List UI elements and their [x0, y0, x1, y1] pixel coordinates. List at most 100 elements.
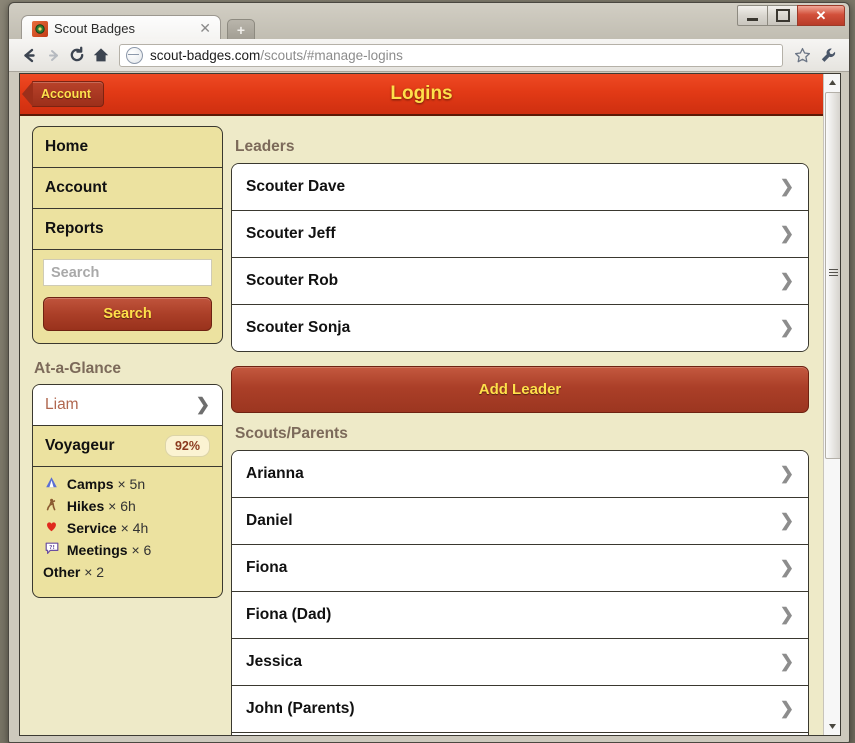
main-content: Leaders Scouter Dave ❯ Scouter Jeff ❯ Sc… — [223, 126, 823, 735]
tab-scout-badges[interactable]: Scout Badges ✕ — [21, 15, 221, 41]
list-item[interactable]: Fiona (Dad) ❯ — [232, 592, 808, 639]
leader-name: Scouter Dave — [246, 178, 346, 195]
at-a-glance-heading: At-a-Glance — [34, 360, 121, 377]
list-item[interactable]: Scouter Dave ❯ — [232, 164, 808, 211]
stat-row-camps: Camps × 5n — [43, 476, 212, 492]
list-item[interactable]: Scouter Sonja ❯ — [232, 305, 808, 351]
scouts-parents-list: Arianna ❯ Daniel ❯ Fiona ❯ Fiona (Dad) ❯… — [231, 450, 809, 735]
scout-name: Fiona — [246, 559, 288, 576]
window-minimize-button[interactable] — [737, 5, 768, 26]
window-maximize-button[interactable] — [767, 5, 798, 26]
leader-name: Scouter Sonja — [246, 319, 351, 336]
heart-icon — [43, 520, 60, 536]
browser-title-bar: Scout Badges ✕ + ✕ — [9, 3, 849, 41]
chevron-right-icon: ❯ — [779, 699, 794, 718]
reload-button[interactable] — [65, 43, 89, 67]
wrench-menu-icon[interactable] — [815, 43, 841, 67]
sidebar-nav-panel: Home Account Reports Search — [32, 126, 223, 344]
scout-name: Arianna — [246, 465, 304, 482]
window-close-button[interactable]: ✕ — [797, 5, 845, 26]
tab-strip: Scout Badges ✕ + — [21, 15, 255, 41]
search-input[interactable] — [43, 259, 212, 286]
chevron-right-icon: ❯ — [195, 395, 210, 414]
page-title: Logins — [390, 83, 453, 104]
stat-label-other: Other — [43, 564, 81, 580]
home-button[interactable] — [89, 43, 113, 67]
url-host: scout-badges.com — [150, 47, 261, 63]
svg-text:?!: ?! — [49, 545, 55, 551]
tent-icon — [43, 476, 60, 492]
stat-count-camps: × 5n — [117, 476, 146, 492]
minimize-icon — [747, 17, 758, 21]
page-body: Home Account Reports Search At-a-Glance … — [20, 116, 823, 735]
stat-label-camps: Camps — [66, 476, 114, 492]
stat-row-service: Service × 4h — [43, 520, 212, 536]
stat-count-service: × 4h — [120, 520, 149, 536]
hiker-icon — [43, 498, 60, 514]
glance-badge-name: Voyageur — [45, 437, 115, 454]
list-item[interactable]: John (Parents) ❯ — [232, 686, 808, 733]
sidebar-search-area: Search — [33, 250, 222, 343]
window-controls: ✕ — [737, 5, 845, 26]
scrollbar-thumb[interactable] — [825, 92, 840, 459]
glance-scout-row[interactable]: Liam ❯ — [33, 385, 222, 426]
app-header-bar: Account Logins — [20, 74, 823, 116]
leaders-heading: Leaders — [235, 138, 295, 155]
favicon-icon — [32, 20, 48, 37]
leader-name: Scouter Rob — [246, 272, 339, 289]
forward-button[interactable] — [41, 43, 65, 67]
stat-row-other: Other × 2 — [43, 564, 212, 580]
scouts-parents-heading: Scouts/Parents — [235, 425, 348, 442]
chevron-right-icon: ❯ — [779, 464, 794, 483]
leaders-list: Scouter Dave ❯ Scouter Jeff ❯ Scouter Ro… — [231, 163, 809, 352]
chevron-right-icon: ❯ — [779, 318, 794, 337]
chevron-right-icon: ❯ — [779, 605, 794, 624]
search-button[interactable]: Search — [43, 297, 212, 331]
glance-badge-percent: 92% — [164, 435, 210, 457]
add-leader-button[interactable]: Add Leader — [231, 366, 809, 413]
scrollbar-grip-icon — [829, 269, 838, 278]
new-tab-button[interactable]: + — [227, 19, 255, 40]
list-item[interactable]: Fiona ❯ — [232, 545, 808, 592]
sidebar-item-reports[interactable]: Reports — [33, 209, 222, 250]
stat-count-other: × 2 — [84, 564, 105, 580]
chevron-right-icon: ❯ — [779, 224, 794, 243]
stat-label-meetings: Meetings — [66, 542, 128, 558]
list-item-partial[interactable] — [232, 733, 808, 735]
page-viewport: Account Logins Home Account Reports Sear… — [19, 73, 841, 736]
scout-name: Daniel — [246, 512, 293, 529]
glance-badge-row: Voyageur 92% — [33, 426, 222, 467]
page-scrollbar[interactable] — [823, 74, 840, 735]
glance-stats-list: Camps × 5n Hikes × 6h Service × 4h ?! Me… — [33, 467, 222, 597]
stat-label-hikes: Hikes — [66, 498, 105, 514]
sidebar: Home Account Reports Search At-a-Glance … — [20, 126, 223, 735]
list-item[interactable]: Daniel ❯ — [232, 498, 808, 545]
scrollbar-up-arrow-icon[interactable] — [824, 74, 840, 91]
back-button[interactable] — [17, 43, 41, 67]
scout-name: Fiona (Dad) — [246, 606, 332, 623]
browser-window: Scout Badges ✕ + ✕ scout-badges.com /sco… — [8, 2, 850, 743]
scrollbar-down-arrow-icon[interactable] — [824, 718, 840, 735]
list-item[interactable]: Scouter Jeff ❯ — [232, 211, 808, 258]
leader-name: Scouter Jeff — [246, 225, 336, 242]
browser-toolbar: scout-badges.com /scouts/#manage-logins — [9, 39, 849, 72]
sidebar-item-account[interactable]: Account — [33, 168, 222, 209]
stat-count-hikes: × 6h — [108, 498, 136, 514]
stat-count-meetings: × 6 — [131, 542, 152, 558]
chevron-right-icon: ❯ — [779, 511, 794, 530]
app-back-button-account[interactable]: Account — [22, 81, 104, 107]
url-path: /scouts/#manage-logins — [260, 47, 403, 63]
speech-bubble-icon: ?! — [43, 542, 60, 558]
tab-title: Scout Badges — [54, 21, 135, 36]
chevron-right-icon: ❯ — [779, 271, 794, 290]
sidebar-item-home[interactable]: Home — [33, 127, 222, 168]
stat-row-meetings: ?! Meetings × 6 — [43, 542, 212, 558]
list-item[interactable]: Arianna ❯ — [232, 451, 808, 498]
tab-close-icon[interactable]: ✕ — [196, 20, 214, 37]
address-bar[interactable]: scout-badges.com /scouts/#manage-logins — [119, 43, 783, 67]
scout-name: Jessica — [246, 653, 303, 670]
bookmark-star-icon[interactable] — [789, 43, 815, 67]
list-item[interactable]: Jessica ❯ — [232, 639, 808, 686]
list-item[interactable]: Scouter Rob ❯ — [232, 258, 808, 305]
at-a-glance-card: Liam ❯ Voyageur 92% Camps × 5n Hikes × 6… — [32, 384, 223, 598]
